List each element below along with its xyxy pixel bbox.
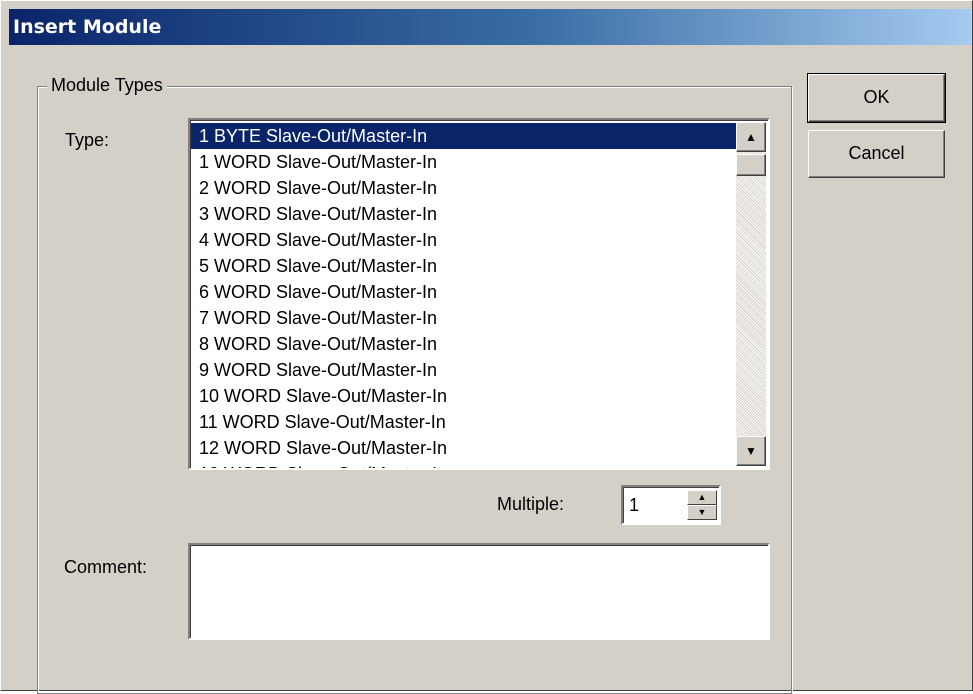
insert-module-dialog: Insert Module Module Types Type: 1 BYTE … [0,0,973,694]
type-list-item[interactable]: 12 WORD Slave-Out/Master-In [191,435,736,461]
multiple-input[interactable] [627,491,683,519]
type-list-item[interactable]: 11 WORD Slave-Out/Master-In [191,409,736,435]
spin-down-button[interactable]: ▼ [687,505,717,520]
scroll-up-button[interactable]: ▲ [736,122,766,152]
type-list-item[interactable]: 13 WORD Slave-Out/Master-In [191,461,736,468]
type-label: Type: [65,130,110,150]
type-list-items: 1 BYTE Slave-Out/Master-In 1 WORD Slave-O… [191,123,736,468]
type-list-item[interactable]: 3 WORD Slave-Out/Master-In [191,201,736,227]
scroll-up-arrow-icon: ▲ [745,130,757,144]
spin-up-arrow-icon: ▲ [697,492,707,502]
spin-down-arrow-icon: ▼ [697,507,707,517]
title-bar[interactable]: Insert Module [9,9,971,45]
type-list-item[interactable]: 9 WORD Slave-Out/Master-In [191,357,736,383]
type-list-item[interactable]: 1 WORD Slave-Out/Master-In [191,149,736,175]
type-list-item[interactable]: 4 WORD Slave-Out/Master-In [191,227,736,253]
scroll-down-button[interactable]: ▼ [736,436,766,466]
multiple-label: Multiple: [497,494,565,514]
type-list-item[interactable]: 7 WORD Slave-Out/Master-In [191,305,736,331]
type-list-item[interactable]: 6 WORD Slave-Out/Master-In [191,279,736,305]
comment-textarea[interactable] [188,543,770,640]
type-list-item[interactable]: 5 WORD Slave-Out/Master-In [191,253,736,279]
multiple-spinbox[interactable]: ▲ ▼ [621,485,721,525]
type-list-scrollbar[interactable]: ▲ ▼ [736,122,766,466]
ok-button[interactable]: OK [807,73,946,123]
scroll-thumb[interactable] [736,154,766,176]
type-list-item[interactable]: 8 WORD Slave-Out/Master-In [191,331,736,357]
module-types-label: Module Types [47,74,167,96]
type-list-item[interactable]: 10 WORD Slave-Out/Master-In [191,383,736,409]
multiple-spin-buttons: ▲ ▼ [687,490,717,520]
comment-label: Comment: [64,557,148,577]
cancel-button[interactable]: Cancel [808,130,945,178]
scroll-down-arrow-icon: ▼ [745,444,757,458]
type-list-item[interactable]: 1 BYTE Slave-Out/Master-In [191,123,736,149]
spin-up-button[interactable]: ▲ [687,490,717,505]
type-listbox[interactable]: 1 BYTE Slave-Out/Master-In 1 WORD Slave-O… [188,118,770,470]
type-list-item[interactable]: 2 WORD Slave-Out/Master-In [191,175,736,201]
